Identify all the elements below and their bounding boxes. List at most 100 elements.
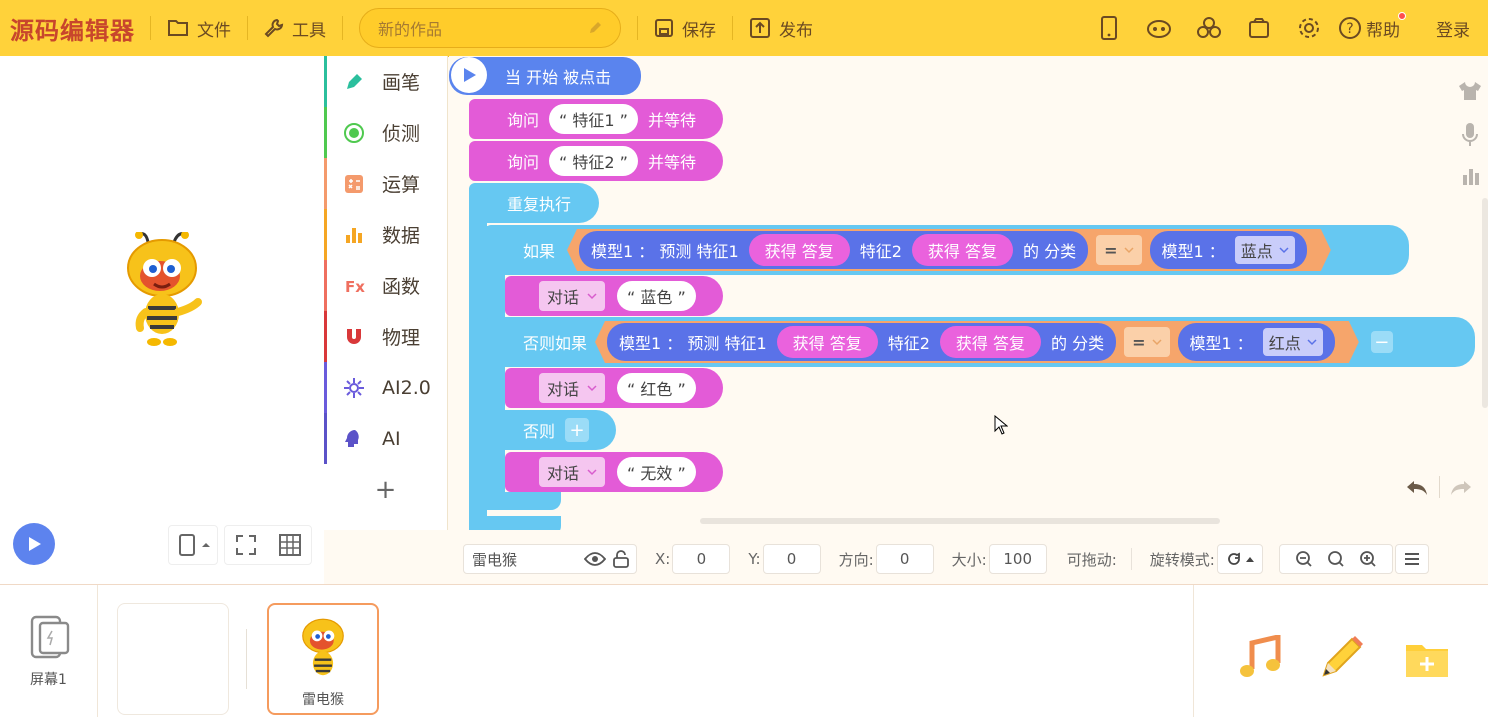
grid-icon[interactable] bbox=[279, 534, 301, 556]
thunder-monkey-sprite[interactable] bbox=[120, 232, 204, 348]
login-button[interactable]: 登录 bbox=[1436, 16, 1470, 41]
cubes-icon bbox=[1197, 17, 1221, 38]
get-answer-block[interactable]: 获得 答复 bbox=[749, 234, 850, 266]
block-text: 询问 bbox=[507, 153, 540, 172]
menu-button[interactable] bbox=[1394, 544, 1429, 574]
project-title-input[interactable]: 新的作品 bbox=[359, 8, 621, 48]
say-mode-dropdown[interactable]: 对话 bbox=[539, 457, 606, 487]
zoom-reset-icon[interactable] bbox=[1327, 550, 1345, 568]
device-mode-button[interactable] bbox=[168, 525, 218, 565]
dropdown-value: 蓝点 bbox=[1240, 242, 1273, 261]
ask-question-input[interactable]: “ 特征1 ” bbox=[549, 104, 638, 134]
size-label: 大小: bbox=[951, 550, 987, 569]
repeat-forever-block[interactable]: 重复执行 bbox=[469, 183, 599, 223]
horizontal-scrollbar[interactable] bbox=[700, 518, 1220, 524]
ai-icon bbox=[342, 427, 366, 451]
add-branch-button[interactable]: + bbox=[565, 418, 590, 442]
tools-menu[interactable]: 工具 bbox=[264, 16, 326, 41]
category-function[interactable]: Fx 函数 bbox=[324, 260, 447, 311]
else-block[interactable]: 否则 + bbox=[485, 410, 616, 450]
notification-dot bbox=[1398, 11, 1406, 20]
say-block[interactable]: 对话 “ 无效 ” bbox=[505, 452, 723, 492]
block-text: 模型1 ： bbox=[1161, 242, 1225, 261]
say-block[interactable]: 对话 “ 蓝色 ” bbox=[505, 276, 723, 316]
model-predict-block[interactable]: 模型1 ： 预测 特征1 获得 答复 特征2 获得 答复 的 分类 bbox=[579, 231, 1088, 269]
say-text-input[interactable]: “ 无效 ” bbox=[617, 457, 696, 487]
edit-icon bbox=[590, 22, 601, 33]
music-icon[interactable] bbox=[1236, 635, 1284, 683]
operator-dropdown[interactable]: = bbox=[1124, 327, 1169, 357]
sprite-card-selected[interactable]: 雷电猴 bbox=[267, 603, 379, 715]
redo-icon[interactable] bbox=[1449, 478, 1473, 498]
divider bbox=[247, 16, 248, 40]
background-card[interactable] bbox=[117, 603, 229, 715]
microphone-icon[interactable] bbox=[1461, 122, 1479, 148]
label-dropdown[interactable]: 红点 bbox=[1263, 328, 1323, 356]
stage-area[interactable] bbox=[0, 56, 324, 584]
model-predict-block[interactable]: 模型1 ： 预测 特征1 获得 答复 特征2 获得 答复 的 分类 bbox=[607, 323, 1116, 361]
chart-icon[interactable] bbox=[1461, 166, 1481, 186]
label-dropdown[interactable]: 蓝点 bbox=[1235, 236, 1295, 264]
save-button[interactable]: 保存 bbox=[654, 16, 716, 41]
y-input[interactable]: 0 bbox=[762, 544, 821, 574]
eye-icon[interactable] bbox=[584, 551, 606, 567]
compare-block[interactable]: 模型1 ： 预测 特征1 获得 答复 特征2 获得 答复 的 分类 = 模型1 … bbox=[595, 321, 1359, 363]
get-answer-block[interactable]: 获得 答复 bbox=[940, 326, 1041, 358]
code-workspace[interactable]: 当 开始 被点击 询问 “ 特征1 ” 并等待 询问 “ 特征2 ” 并等待 重… bbox=[449, 56, 1488, 530]
ask-question-input[interactable]: “ 特征2 ” bbox=[549, 146, 638, 176]
say-block[interactable]: 对话 “ 红色 ” bbox=[505, 368, 723, 408]
add-folder-icon[interactable] bbox=[1404, 639, 1450, 679]
get-answer-block[interactable]: 获得 答复 bbox=[777, 326, 878, 358]
extension-button[interactable] bbox=[1234, 17, 1284, 39]
settings-button[interactable] bbox=[1284, 16, 1334, 40]
say-text-input[interactable]: “ 蓝色 ” bbox=[617, 281, 696, 311]
svg-text:?: ? bbox=[1346, 21, 1353, 37]
model-label-block[interactable]: 模型1 ： 红点 bbox=[1178, 323, 1335, 361]
say-mode-dropdown[interactable]: 对话 bbox=[539, 281, 606, 311]
x-input[interactable]: 0 bbox=[672, 544, 731, 574]
publish-button[interactable]: 发布 bbox=[749, 16, 813, 41]
sprite-name-field[interactable]: 雷电猴 bbox=[463, 544, 637, 574]
compare-block[interactable]: 模型1 ： 预测 特征1 获得 答复 特征2 获得 答复 的 分类 = 模型1 … bbox=[567, 229, 1331, 271]
run-button[interactable] bbox=[13, 523, 55, 565]
category-pen[interactable]: 画笔 bbox=[324, 56, 447, 107]
size-input[interactable]: 100 bbox=[988, 544, 1047, 574]
category-calc[interactable]: 运算 bbox=[324, 158, 447, 209]
fullscreen-icon[interactable] bbox=[235, 534, 257, 556]
zoom-out-icon[interactable] bbox=[1295, 550, 1313, 568]
say-mode-dropdown[interactable]: 对话 bbox=[539, 373, 606, 403]
say-text-input[interactable]: “ 红色 ” bbox=[617, 373, 696, 403]
get-answer-block[interactable]: 获得 答复 bbox=[912, 234, 1013, 266]
file-menu[interactable]: 文件 bbox=[167, 16, 231, 41]
zoom-in-icon[interactable] bbox=[1359, 550, 1377, 568]
costume-icon[interactable] bbox=[1457, 80, 1483, 102]
ask-and-wait-block[interactable]: 询问 “ 特征2 ” 并等待 bbox=[469, 141, 723, 181]
phone-preview-button[interactable] bbox=[1084, 16, 1134, 40]
divider bbox=[246, 629, 247, 689]
divider bbox=[732, 16, 733, 40]
cubes-button[interactable] bbox=[1184, 16, 1234, 40]
category-detect[interactable]: 侦测 bbox=[324, 107, 447, 158]
category-data[interactable]: 数据 bbox=[324, 209, 447, 260]
pencil-paint-icon[interactable] bbox=[1318, 633, 1366, 681]
category-physics[interactable]: 物理 bbox=[324, 311, 447, 362]
model-label-block[interactable]: 模型1 ： 蓝点 bbox=[1150, 231, 1307, 269]
category-ai[interactable]: AI bbox=[324, 413, 447, 464]
robot-button[interactable] bbox=[1134, 17, 1184, 39]
rotation-mode-dropdown[interactable] bbox=[1216, 544, 1263, 574]
block-text: 模型1 ： 预测 特征1 bbox=[619, 334, 767, 353]
direction-input[interactable]: 0 bbox=[875, 544, 934, 574]
undo-icon[interactable] bbox=[1405, 478, 1429, 498]
if-block[interactable]: 如果 模型1 ： 预测 特征1 获得 答复 特征2 获得 答复 的 分类 = 模… bbox=[485, 225, 1409, 275]
top-right-tools: ? 帮助 登录 bbox=[1084, 0, 1488, 56]
else-if-block[interactable]: 否则如果 模型1 ： 预测 特征1 获得 答复 特征2 获得 答复 的 分类 =… bbox=[485, 317, 1475, 367]
vertical-scrollbar[interactable] bbox=[1482, 198, 1488, 408]
screen-item[interactable]: 屏幕1 bbox=[0, 585, 98, 717]
category-ai2[interactable]: AI2.0 bbox=[324, 362, 447, 413]
ask-and-wait-block[interactable]: 询问 “ 特征1 ” 并等待 bbox=[469, 99, 723, 139]
lock-icon[interactable] bbox=[612, 550, 630, 568]
operator-dropdown[interactable]: = bbox=[1096, 235, 1141, 265]
help-button[interactable]: ? 帮助 bbox=[1338, 11, 1406, 41]
add-extension-button[interactable]: + bbox=[324, 464, 447, 515]
remove-branch-button[interactable]: − bbox=[1370, 331, 1393, 353]
